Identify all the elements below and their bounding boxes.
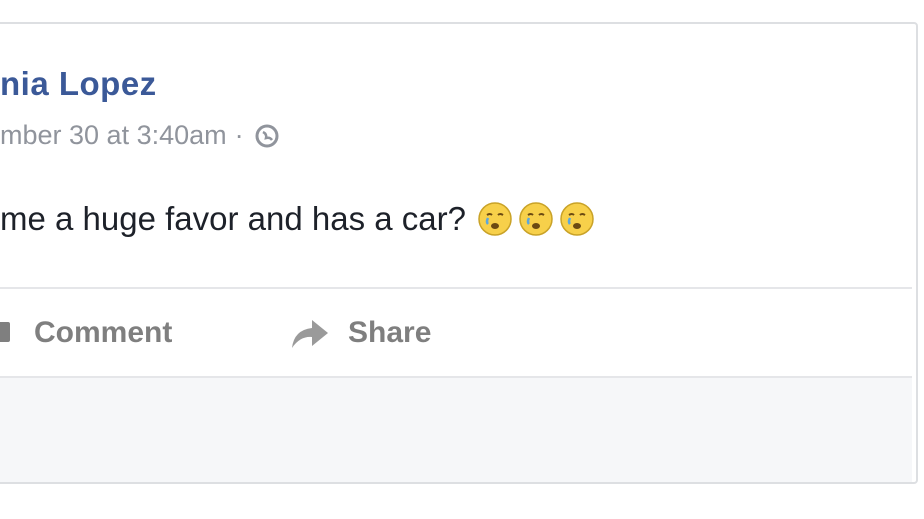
comment-section[interactable] <box>0 376 912 482</box>
crying-face-icon <box>519 202 553 236</box>
comment-icon <box>0 322 10 342</box>
post-author-name[interactable]: nia Lopez <box>0 65 157 103</box>
share-arrow-icon <box>292 320 328 348</box>
crying-face-icon <box>478 202 512 236</box>
meta-separator: · <box>234 120 244 150</box>
share-button[interactable]: Share <box>288 306 431 360</box>
post-meta: mber 30 at 3:40am · <box>0 120 280 151</box>
post-body: me a huge favor and has a car? <box>0 200 599 238</box>
actions-divider <box>0 287 912 289</box>
facebook-post-screenshot: nia Lopez mber 30 at 3:40am · me a huge … <box>0 0 924 519</box>
emoji-group <box>476 200 599 238</box>
post-timestamp[interactable]: mber 30 at 3:40am <box>0 120 227 151</box>
comment-button[interactable]: Comment <box>0 306 172 360</box>
comment-label: Comment <box>34 316 173 349</box>
crying-face-icon <box>560 202 594 236</box>
post-actions-bar: Comment Share <box>0 306 912 360</box>
globe-icon[interactable] <box>254 123 280 149</box>
post-text: me a huge favor and has a car? <box>0 200 466 237</box>
share-label: Share <box>348 316 432 349</box>
